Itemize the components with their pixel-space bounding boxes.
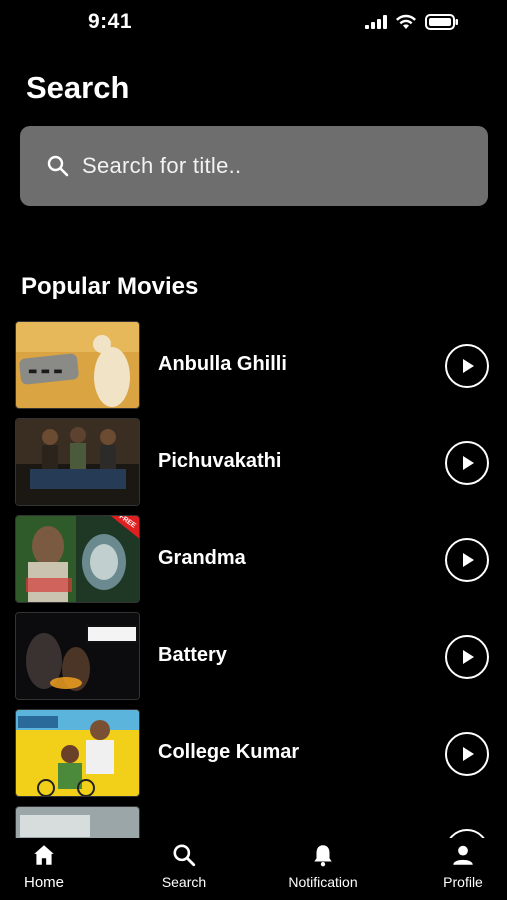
play-icon [463, 456, 474, 470]
movie-thumbnail[interactable] [15, 418, 140, 506]
svg-text:▬ ▬ ▬: ▬ ▬ ▬ [28, 366, 63, 377]
search-icon [173, 844, 196, 867]
nav-notification[interactable]: Notification [268, 842, 378, 890]
movie-title[interactable]: College Kumar [158, 741, 299, 764]
home-icon [34, 845, 54, 865]
bottom-navigation: Home Search Notification Profile [0, 838, 507, 900]
page-title: Search [26, 70, 130, 105]
play-button[interactable] [445, 538, 489, 582]
movie-title[interactable]: Pichuvakathi [158, 450, 281, 473]
cellular-signal-icon [365, 15, 387, 29]
nav-label: Search [161, 874, 207, 890]
movie-row[interactable]: Pichuvakathi [0, 418, 507, 508]
movie-row[interactable]: Battery [0, 612, 507, 702]
nav-label: Home [23, 874, 64, 891]
movie-thumbnail[interactable] [15, 806, 140, 839]
movie-thumbnail[interactable] [15, 709, 140, 797]
bell-icon [314, 845, 332, 867]
play-icon [463, 650, 474, 664]
movie-title[interactable]: Grandma [158, 547, 246, 570]
movie-row[interactable]: College Kumar [0, 709, 507, 799]
status-bar: 9:41 [0, 0, 507, 46]
nav-label: Profile [443, 874, 483, 890]
play-icon [463, 359, 474, 373]
play-icon [463, 553, 474, 567]
search-input[interactable] [82, 153, 442, 179]
movie-title[interactable]: Anbulla Ghilli [158, 353, 287, 376]
search-bar[interactable] [20, 126, 488, 206]
nav-label: Notification [288, 874, 358, 890]
battery-icon [425, 14, 458, 30]
movie-thumbnail[interactable]: FREE [15, 515, 140, 603]
movie-title[interactable]: Battery [158, 644, 227, 667]
search-icon [47, 155, 69, 177]
movie-thumbnail[interactable]: ▬ ▬ ▬ [15, 321, 140, 409]
status-icons [365, 14, 459, 30]
nav-profile[interactable]: Profile [408, 842, 507, 890]
wifi-icon [396, 14, 416, 29]
play-button[interactable] [445, 635, 489, 679]
section-title: Popular Movies [21, 273, 199, 300]
nav-search[interactable]: Search [129, 842, 239, 890]
movie-row[interactable]: ▬ ▬ ▬ Anbulla Ghilli [0, 321, 507, 411]
status-time: 9:41 [88, 10, 133, 33]
movie-list[interactable]: ▬ ▬ ▬ Anbulla Ghilli Pichuvakathi FREE G… [0, 319, 507, 839]
play-button[interactable] [445, 732, 489, 776]
person-icon [453, 845, 473, 865]
movie-thumbnail[interactable] [15, 612, 140, 700]
nav-home[interactable]: Home [0, 842, 99, 891]
movie-row[interactable]: FREE Grandma [0, 515, 507, 605]
play-icon [463, 747, 474, 761]
movie-row[interactable] [0, 806, 507, 839]
play-button[interactable] [445, 441, 489, 485]
play-button[interactable] [445, 344, 489, 388]
